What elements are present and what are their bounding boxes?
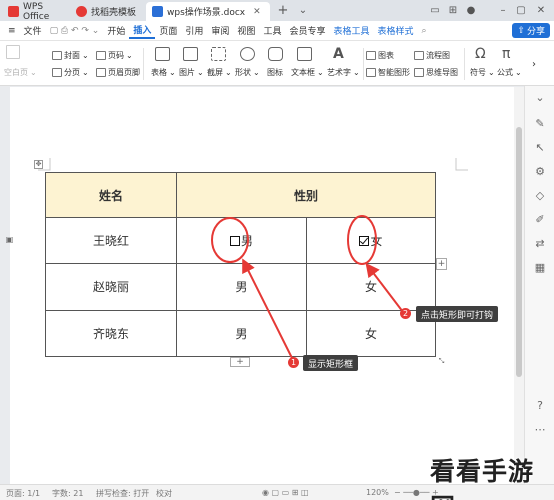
panel-collapse-icon[interactable]: ⌄ <box>534 92 546 104</box>
view-mode-icons[interactable]: ◉ ▢ ▭ ⊞ ◫ <box>262 488 309 497</box>
step1-label: 显示矩形框 <box>303 355 359 371</box>
header-gender[interactable]: 性别 <box>176 172 436 218</box>
step2-badge: 2 <box>400 308 411 319</box>
cell-option-female[interactable]: 女 <box>306 263 436 311</box>
checkbox-checked[interactable] <box>359 236 370 247</box>
cell-option-male[interactable]: 男 <box>176 216 307 265</box>
cell-option-male[interactable]: 男 <box>176 309 307 358</box>
table-row: 王晓红 男 女 <box>45 216 436 265</box>
help-icon[interactable]: ? <box>534 400 546 412</box>
cell-option-female[interactable]: 女 <box>306 216 436 265</box>
table-move-handle-icon[interactable]: ✥ <box>34 160 43 169</box>
cursor-icon[interactable]: ↖ <box>534 142 546 154</box>
proofread-button[interactable]: 校对 <box>156 488 172 499</box>
more-icon[interactable]: ⋯ <box>534 424 546 436</box>
watermark-logo: 看看手游网 <box>430 457 535 500</box>
spell-check-toggle[interactable]: 拼写检查: 打开 <box>96 488 149 499</box>
right-tool-panel: ⌄ ✎ ↖ ⚙ ◇ ✐ ⇄ ▦ ? ⋯ <box>524 86 554 484</box>
zoom-level[interactable]: 120% <box>366 488 389 497</box>
step1-badge: 1 <box>288 357 299 368</box>
word-count[interactable]: 字数: 21 <box>52 488 83 499</box>
compare-icon[interactable]: ⇄ <box>534 238 546 250</box>
page-count: 页面: 1/1 <box>6 489 41 498</box>
adjust-icon[interactable]: ⚙ <box>534 166 546 178</box>
cell-name[interactable]: 齐晓东 <box>45 309 177 358</box>
add-row-button[interactable]: + <box>230 357 250 367</box>
cell-name[interactable]: 赵晓丽 <box>45 263 177 311</box>
table-row: 齐晓东 男 女 <box>45 309 436 358</box>
gender-table: 姓名 性别 王晓红 男 女 赵晓丽 男 女 齐晓东 男 女 <box>45 172 436 358</box>
table-header-row: 姓名 性别 <box>45 172 436 218</box>
table-resize-handle-icon[interactable]: ⤡ <box>437 358 446 367</box>
map-icon[interactable]: ▦ <box>534 262 546 274</box>
cell-option-male[interactable]: 男 <box>176 263 307 311</box>
step2-label: 点击矩形即可打钩 <box>416 306 499 322</box>
header-name[interactable]: 姓名 <box>45 172 177 218</box>
table-row: 赵晓丽 男 女 <box>45 263 436 311</box>
pen-icon[interactable]: ✎ <box>534 118 546 130</box>
checkbox-unchecked[interactable] <box>229 236 240 247</box>
row-handle-icon[interactable]: ▣ <box>5 236 14 245</box>
shapes-icon[interactable]: ◇ <box>534 190 546 202</box>
brush-icon[interactable]: ✐ <box>534 214 546 226</box>
add-column-button[interactable]: + <box>436 258 447 270</box>
cell-name[interactable]: 王晓红 <box>45 216 177 265</box>
